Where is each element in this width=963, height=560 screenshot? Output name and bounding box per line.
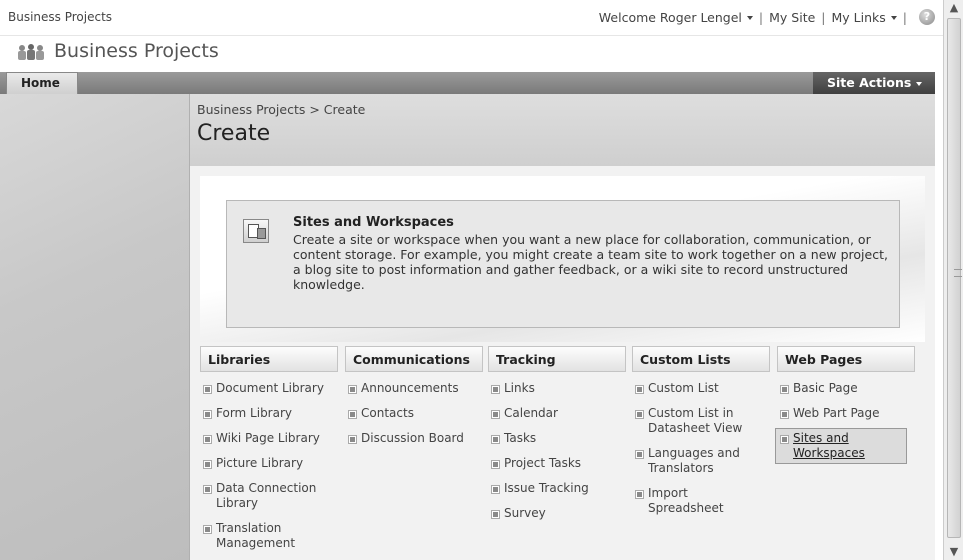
site-title[interactable]: Business Projects — [54, 40, 219, 62]
list-item[interactable]: Basic Page — [777, 381, 915, 396]
column-custom-lists: Custom Lists Custom List Custom List in … — [632, 346, 770, 526]
create-content: Sites and Workspaces Create a site or wo… — [190, 166, 935, 560]
list-item[interactable]: Custom List in Datasheet View — [632, 406, 752, 436]
scroll-up-button[interactable]: ▲ — [946, 0, 962, 16]
feature-title: Sites and Workspaces — [293, 215, 454, 230]
list-item[interactable]: Web Part Page — [777, 406, 915, 421]
welcome-menu[interactable]: Welcome Roger Lengel — [599, 10, 753, 25]
list-item[interactable]: Picture Library — [200, 456, 338, 471]
list-item[interactable]: Calendar — [488, 406, 626, 421]
my-links-label: My Links — [831, 9, 886, 25]
list-item[interactable]: Contacts — [345, 406, 483, 421]
site-header: Business Projects — [0, 36, 943, 72]
page-header: Business Projects > Create Create — [190, 94, 935, 166]
vertical-scrollbar[interactable]: ▲ ▼ — [943, 0, 963, 560]
my-links-menu[interactable]: My Links — [832, 10, 897, 25]
top-bar: Business Projects Welcome Roger Lengel |… — [0, 0, 943, 36]
column-header: Web Pages — [777, 346, 915, 372]
list-item[interactable]: Announcements — [345, 381, 483, 396]
list-item-selected[interactable]: Sites and Workspaces — [775, 428, 907, 464]
chevron-down-icon — [916, 81, 923, 86]
breadcrumb[interactable]: Business Projects > Create — [197, 102, 365, 117]
column-header: Custom Lists — [632, 346, 770, 372]
sites-workspaces-icon — [243, 219, 269, 243]
scroll-down-button[interactable]: ▼ — [946, 544, 962, 560]
feature-description: Create a site or workspace when you want… — [293, 232, 888, 292]
list-item[interactable]: Issue Tracking — [488, 481, 626, 496]
chevron-down-icon — [890, 16, 897, 20]
list-item[interactable]: Form Library — [200, 406, 338, 421]
column-header: Tracking — [488, 346, 626, 372]
help-icon[interactable]: ? — [919, 9, 935, 25]
people-logo-icon — [18, 44, 44, 60]
list-item[interactable]: Data Connection Library — [200, 481, 325, 511]
site-name-link[interactable]: Business Projects — [8, 10, 112, 24]
chevron-down-icon — [746, 16, 753, 20]
separator: | — [758, 9, 764, 25]
top-nav-bar: Home Site Actions — [0, 72, 935, 94]
site-actions-menu[interactable]: Site Actions — [813, 72, 935, 94]
page-title: Create — [197, 121, 271, 146]
column-web-pages: Web Pages Basic Page Web Part Page Sites… — [775, 346, 915, 474]
separator: | — [821, 9, 826, 25]
list-item[interactable]: Discussion Board — [345, 431, 483, 446]
feature-panel: Sites and Workspaces Create a site or wo… — [200, 176, 925, 342]
column-communications: Communications Announcements Contacts Di… — [345, 346, 483, 456]
separator: | — [902, 9, 907, 25]
site-actions-label: Site Actions — [827, 75, 912, 90]
list-item[interactable]: Wiki Page Library — [200, 431, 338, 446]
list-item[interactable]: Links — [488, 381, 626, 396]
scroll-grip-icon — [954, 269, 962, 277]
user-links: Welcome Roger Lengel | My Site | My Link… — [599, 9, 935, 25]
list-item[interactable]: Survey — [488, 506, 626, 521]
list-item[interactable]: Translation Management — [200, 521, 325, 551]
column-tracking: Tracking Links Calendar Tasks Project Ta… — [488, 346, 626, 531]
list-item[interactable]: Tasks — [488, 431, 626, 446]
list-item[interactable]: Custom List — [632, 381, 770, 396]
column-libraries: Libraries Document Library Form Library … — [200, 346, 338, 560]
welcome-text: Welcome Roger Lengel — [598, 9, 742, 25]
my-site-link[interactable]: My Site — [769, 10, 815, 25]
list-item[interactable]: Import Spreadsheet — [632, 486, 742, 516]
scroll-thumb[interactable] — [947, 18, 962, 538]
column-header: Libraries — [200, 346, 338, 372]
sites-workspaces-description: Sites and Workspaces Create a site or wo… — [226, 200, 900, 328]
list-item[interactable]: Project Tasks — [488, 456, 626, 471]
column-header: Communications — [345, 346, 483, 372]
left-navigation — [0, 94, 190, 560]
list-item[interactable]: Languages and Translators — [632, 446, 752, 476]
list-item[interactable]: Document Library — [200, 381, 338, 396]
tab-home[interactable]: Home — [6, 72, 78, 94]
